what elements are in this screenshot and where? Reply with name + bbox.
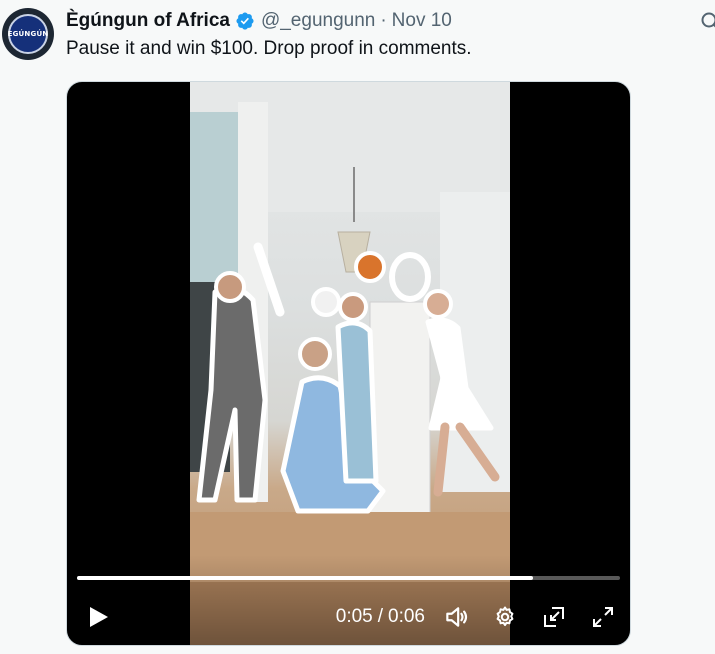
dock-button[interactable] bbox=[537, 600, 571, 634]
handle[interactable]: @_egungunn bbox=[261, 10, 375, 32]
post-date[interactable]: Nov 10 bbox=[392, 10, 452, 32]
fullscreen-button[interactable] bbox=[586, 600, 620, 634]
play-icon bbox=[90, 607, 108, 627]
verified-badge-icon[interactable] bbox=[235, 11, 255, 31]
duration: 0:06 bbox=[388, 606, 425, 627]
grok-icon[interactable] bbox=[699, 10, 715, 30]
time-readout: 0:05/0:06 bbox=[336, 606, 425, 628]
volume-button[interactable] bbox=[439, 600, 473, 634]
fullscreen-icon bbox=[593, 607, 613, 627]
volume-icon bbox=[446, 607, 468, 627]
display-name[interactable]: Ègúngun of Africa bbox=[66, 10, 230, 32]
picture-in-picture-icon bbox=[544, 607, 564, 627]
tweet-text: Pause it and win $100. Drop proof in com… bbox=[66, 38, 472, 59]
avatar-logo-text: EGÚNGÚN bbox=[7, 30, 49, 38]
current-time: 0:05 bbox=[335, 606, 373, 627]
settings-button[interactable] bbox=[488, 600, 522, 634]
tweet-header: Ègúngun of Africa @_egungunn · Nov 10 bbox=[66, 9, 452, 33]
video-player[interactable]: 0:05/0:06 bbox=[66, 81, 631, 646]
play-button[interactable] bbox=[81, 600, 115, 634]
avatar[interactable]: EGÚNGÚN bbox=[2, 8, 54, 60]
progress-bar-fill bbox=[77, 576, 534, 580]
progress-bar[interactable] bbox=[77, 576, 620, 580]
video-controls: 0:05/0:06 bbox=[67, 600, 630, 634]
time-separator: / bbox=[377, 606, 384, 627]
avatar-logo: EGÚNGÚN bbox=[8, 14, 48, 54]
gear-icon bbox=[496, 606, 514, 627]
header-separator: · bbox=[380, 10, 387, 31]
tweet: EGÚNGÚN Ègúngun of Africa @_egungunn · N… bbox=[0, 0, 715, 654]
